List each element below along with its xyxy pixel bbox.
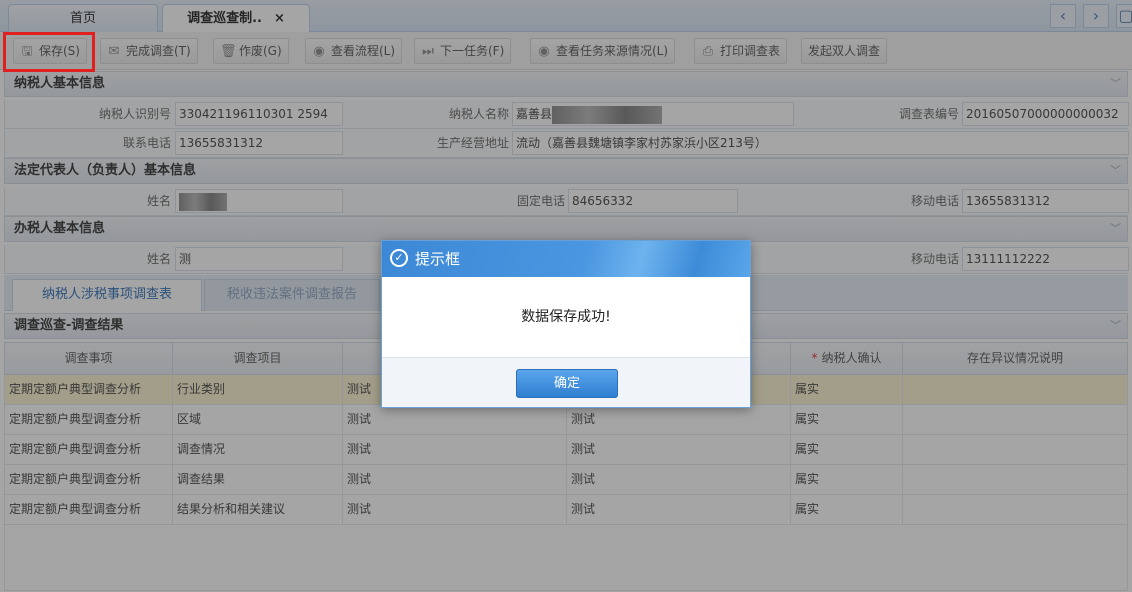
alert-dialog: ✓ 提示框 数据保存成功! 确定	[381, 240, 751, 408]
dialog-footer: 确定	[382, 357, 750, 407]
save-highlight-box	[3, 32, 95, 72]
dialog-header: ✓ 提示框	[382, 241, 750, 277]
dialog-message: 数据保存成功!	[521, 309, 611, 325]
ok-button[interactable]: 确定	[516, 369, 618, 398]
dialog-title: 提示框	[415, 250, 461, 268]
check-circle-icon: ✓	[390, 248, 408, 267]
